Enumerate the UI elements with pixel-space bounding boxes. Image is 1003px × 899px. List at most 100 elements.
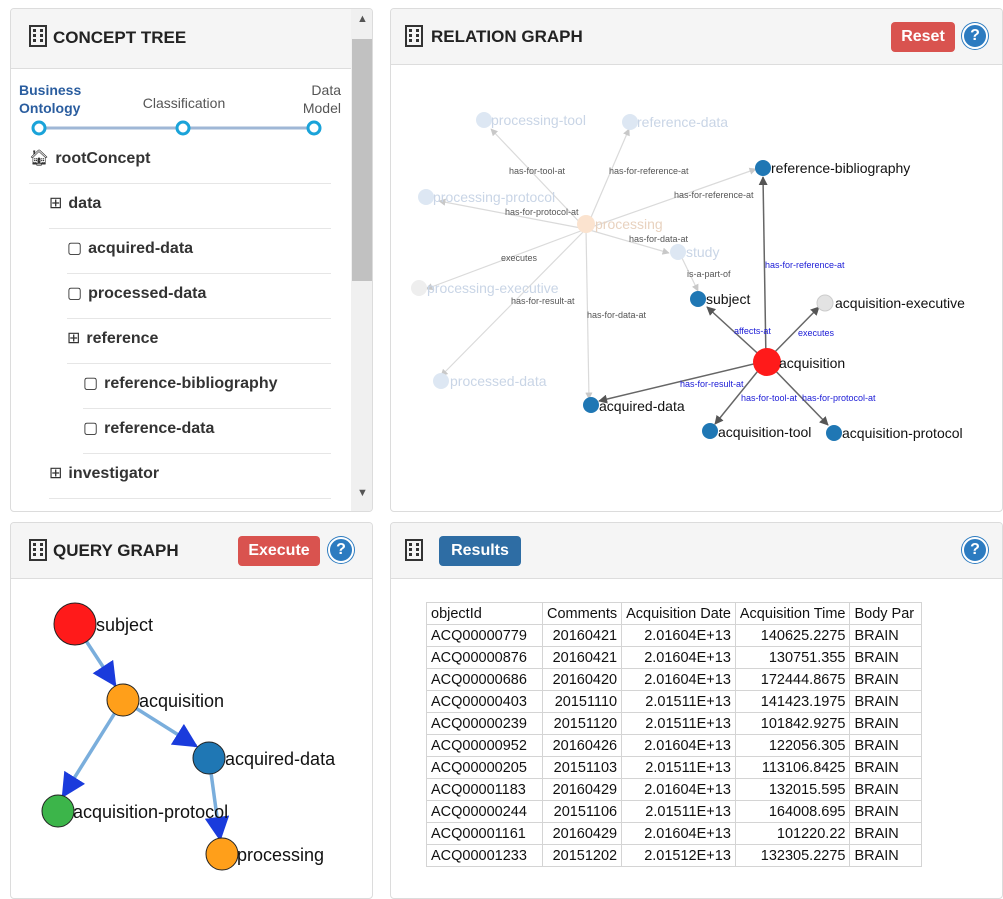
column-header[interactable]: Acquisition Time [734,602,851,625]
building-icon [405,25,423,47]
table-row[interactable]: ACQ00000403 20151110 2.01511E+13 141423.197… [426,690,923,713]
table-row[interactable]: ACQ00001183 20160429 2.01604E+13 132015.595… [426,778,923,801]
edge-label: has-for-result-at [511,296,575,306]
table-row[interactable]: ACQ00000205 20151103 2.01511E+13 113106.842… [426,756,923,779]
table-row[interactable]: ACQ00001161 20160429 2.01604E+13 101220.22 B… [426,822,923,845]
table-cell: ACQ00000876 [426,646,543,669]
query-node-label: acquired-data [225,749,336,769]
graph-node [755,160,771,176]
relation-graph-panel: RELATION GRAPH Reset ? has-for-tool-at h… [390,8,1003,512]
tree-node-acquired-data[interactable]: ▢ acquired-data [67,229,331,274]
table-row[interactable]: ACQ00001233 20151202 2.01512E+13 132305.227… [426,844,923,867]
table-cell: 130751.355 [734,646,851,669]
help-icon[interactable]: ? [962,537,988,563]
graph-node-label: processing-executive [427,280,559,296]
edge-label: affects-at [734,326,771,336]
table-row[interactable]: ACQ00000876 20160421 2.01604E+13 130751.355… [426,646,923,669]
graph-node [418,189,434,205]
query-node [41,794,75,828]
reset-button[interactable]: Reset [891,22,955,52]
checkbox-icon[interactable]: ▢ [83,420,98,437]
graph-node [753,348,781,376]
edge-label: executes [501,253,538,263]
tree-node-data[interactable]: ⊞ data [49,184,331,229]
checkbox-icon[interactable]: ▢ [67,285,82,302]
checkbox-icon[interactable]: ▢ [83,375,98,392]
execute-button[interactable]: Execute [238,536,320,566]
column-header[interactable]: Acquisition Date [621,602,736,625]
table-cell: 2.01511E+13 [621,756,736,779]
query-graph-title: QUERY GRAPH [53,541,179,560]
edge-label: is-a-part-of [687,269,731,279]
table-row[interactable]: ACQ00000239 20151120 2.01511E+13 101842.927… [426,712,923,735]
checkbox-icon[interactable]: ▢ [67,240,82,257]
table-cell: ACQ00001233 [426,844,543,867]
edge-label: has-for-data-at [587,310,647,320]
help-icon[interactable]: ? [328,537,354,563]
tree-node-reference-data[interactable]: ▢ reference-data [83,409,331,454]
query-graph-canvas[interactable]: subject acquisition acquired-data acquis… [11,579,373,899]
expand-icon[interactable]: ⊞ [49,465,62,482]
table-row[interactable]: ACQ00000952 20160426 2.01604E+13 122056.305… [426,734,923,757]
concept-tree-panel: CONCEPT TREE Business Ontology Classific… [10,8,373,512]
table-cell: BRAIN [849,800,923,823]
tree-root-label: rootConcept [55,150,151,167]
stepper-step-data-model[interactable]: Data Model [281,81,341,117]
query-graph-header: QUERY GRAPH Execute ? [11,523,372,579]
tree-node-processed-data[interactable]: ▢ processed-data [67,274,331,319]
graph-node-label: subject [706,291,750,307]
expand-icon[interactable]: ⊞ [67,330,80,347]
edge-label: has-for-result-at [680,379,744,389]
column-header[interactable]: Comments [541,602,623,625]
results-header: Results ? [391,523,1002,579]
expand-icon[interactable]: ⊞ [49,195,62,212]
table-cell: 20151110 [541,690,623,713]
tree-root-concept[interactable]: 🏠︎ rootConcept [29,139,331,184]
help-icon[interactable]: ? [962,23,988,49]
edge-label: has-for-data-at [629,234,689,244]
column-header[interactable]: Body Par [849,602,923,625]
table-row[interactable]: ACQ00000244 20151106 2.01511E+13 164008.695… [426,800,923,823]
home-icon: 🏠︎ [29,150,50,167]
edge-label: has-for-reference-at [674,190,754,200]
table-row[interactable]: ACQ00000779 20160421 2.01604E+13 140625.227… [426,624,923,647]
graph-node-label: acquisition-protocol [842,425,963,441]
graph-node-label: processing-tool [491,112,586,128]
active-edge-labels: has-for-reference-at affects-at executes… [680,260,876,403]
stepper-step-classification[interactable]: Classification [129,95,239,111]
table-row[interactable]: ACQ00000686 20160420 2.01604E+13 172444.867… [426,668,923,691]
table-cell: 20160429 [541,778,623,801]
table-cell: BRAIN [849,756,923,779]
table-header-row: objectId Comments Acquisition Date Acqui… [426,602,923,625]
stepper-dot-business-ontology [31,120,47,136]
table-cell: 2.01604E+13 [621,734,736,757]
scroll-down-arrow-icon[interactable]: ▼ [357,487,368,499]
edge-label: has-for-reference-at [609,166,689,176]
scroll-up-arrow-icon[interactable]: ▲ [357,13,368,25]
column-header[interactable]: objectId [426,602,543,625]
table-cell: 2.01604E+13 [621,668,736,691]
table-cell: BRAIN [849,690,923,713]
table-cell: 140625.2275 [734,624,851,647]
graph-node-label: reference-data [637,114,728,130]
table-cell: ACQ00000205 [426,756,543,779]
tree-node-reference[interactable]: ⊞ reference [67,319,331,364]
graph-node [816,294,834,312]
relation-graph-canvas[interactable]: has-for-tool-at has-for-reference-at has… [391,65,1003,512]
query-node [53,602,97,646]
table-cell: BRAIN [849,624,923,647]
graph-node-label: acquired-data [599,398,685,414]
results-tab-button[interactable]: Results [439,536,521,566]
query-node-label: acquisition-protocol [73,802,228,822]
relation-graph-header: RELATION GRAPH Reset ? [391,9,1002,65]
tree-node-reference-bibliography[interactable]: ▢ reference-bibliography [83,364,331,409]
stepper-step-business-ontology[interactable]: Business Ontology [19,81,89,117]
table-cell: BRAIN [849,712,923,735]
graph-node-label: processing [595,216,663,232]
tree-node-investigator[interactable]: ⊞ investigator [49,454,331,499]
edge-label: has-for-protocol-at [802,393,876,403]
table-cell: 164008.695 [734,800,851,823]
concept-tree-scroll-thumb[interactable] [352,39,372,281]
faded-edges [425,128,757,400]
table-cell: 2.01511E+13 [621,800,736,823]
